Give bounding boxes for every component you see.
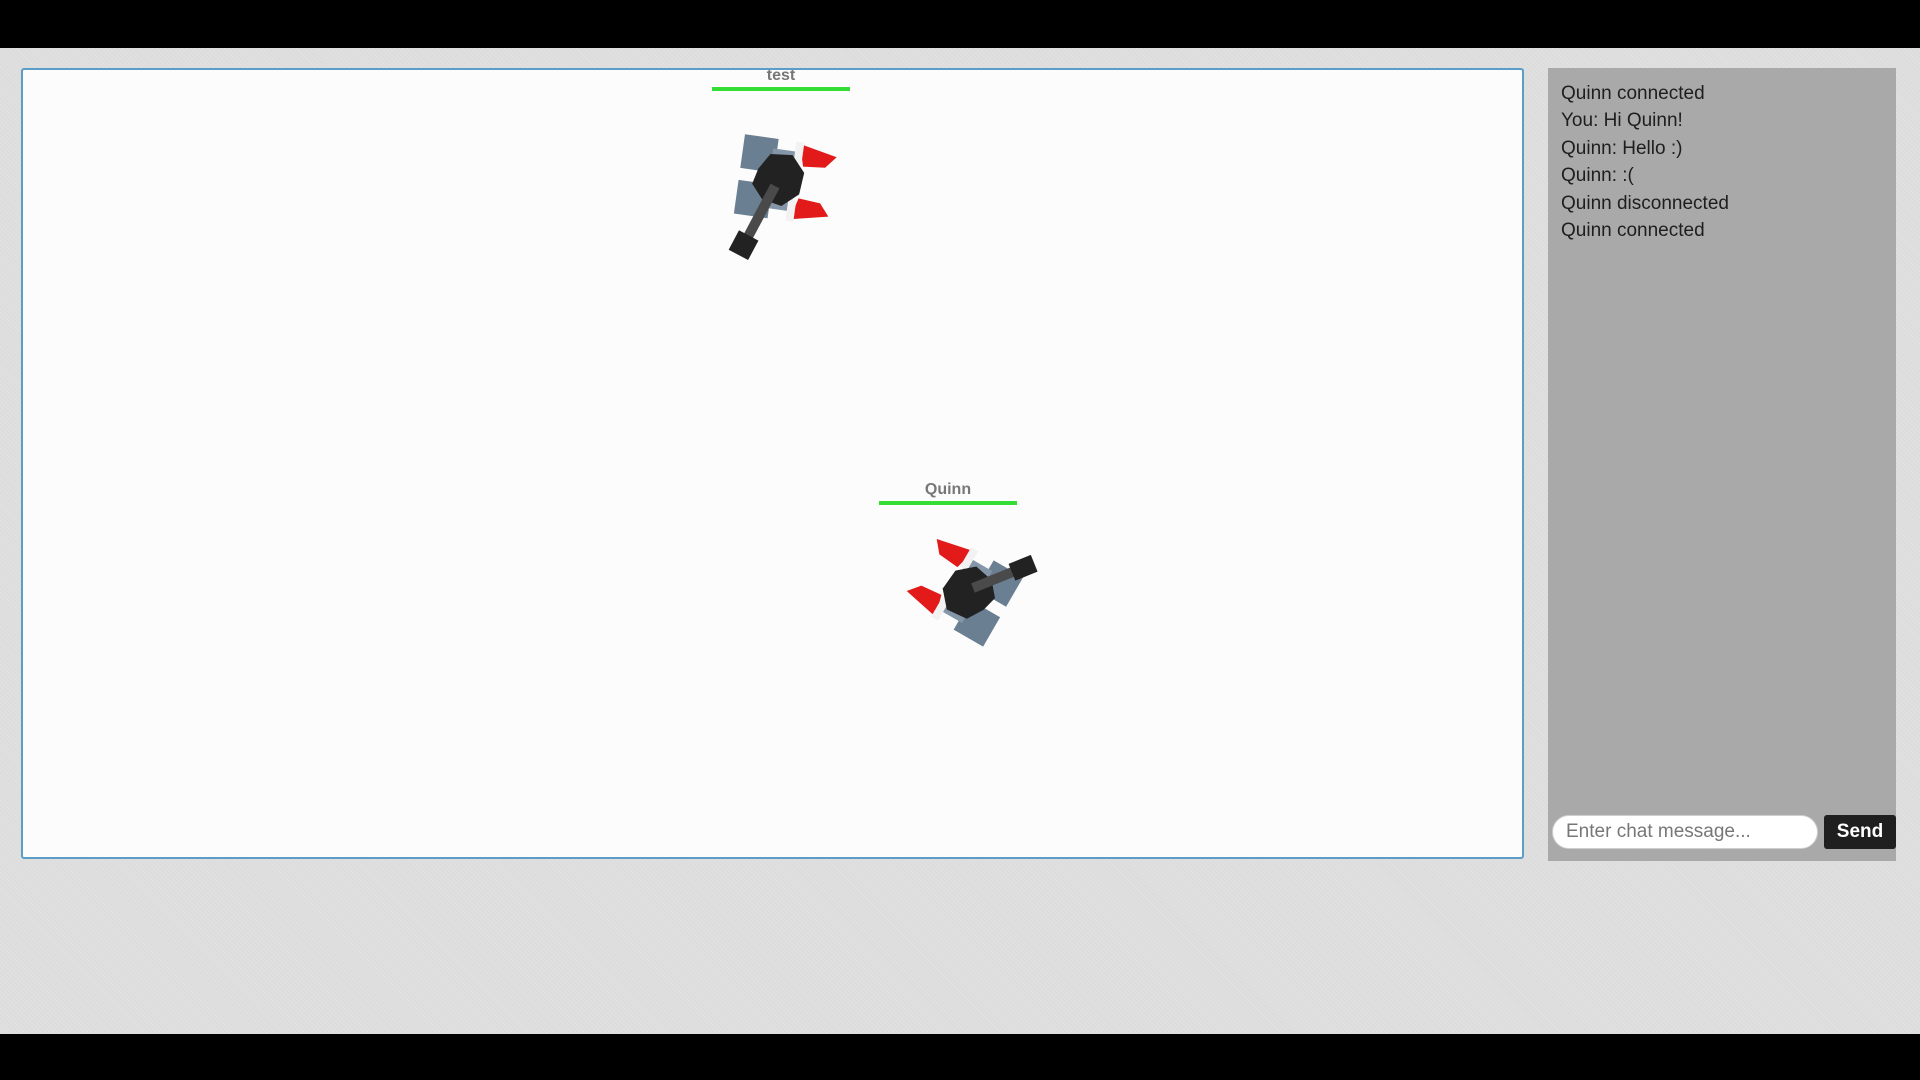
player-test: test bbox=[712, 70, 850, 261]
chat-message: Quinn: Hello :) bbox=[1561, 137, 1683, 159]
chat-log: Quinn connected You: Hi Quinn! Quinn: He… bbox=[1561, 80, 1881, 244]
chat-message: Quinn connected bbox=[1561, 220, 1705, 242]
game-canvas[interactable]: test Quinn bbox=[21, 68, 1524, 859]
chat-message: Quinn connected bbox=[1561, 83, 1705, 104]
tank bbox=[733, 134, 837, 222]
send-button[interactable]: Send bbox=[1824, 815, 1896, 849]
health-bar bbox=[879, 501, 1017, 505]
chat-message: Quinn disconnected bbox=[1561, 192, 1729, 214]
chat-message-input[interactable] bbox=[1552, 815, 1818, 849]
letterbox-top bbox=[0, 0, 1920, 48]
player-quinn: Quinn bbox=[879, 481, 1038, 647]
tank bbox=[906, 539, 1024, 647]
chat-panel: Quinn connected You: Hi Quinn! Quinn: He… bbox=[1548, 68, 1896, 861]
chat-message: Quinn: :( bbox=[1561, 165, 1634, 187]
health-bar bbox=[712, 87, 850, 91]
chat-message: You: Hi Quinn! bbox=[1561, 110, 1683, 132]
letterbox-bottom bbox=[0, 1034, 1920, 1080]
game-scene: test Quinn bbox=[712, 70, 1038, 647]
player-name-label: test bbox=[767, 70, 796, 84]
player-name-label: Quinn bbox=[925, 481, 971, 498]
page: test Quinn Quinn connected You: Hi Quinn… bbox=[0, 48, 1920, 1034]
